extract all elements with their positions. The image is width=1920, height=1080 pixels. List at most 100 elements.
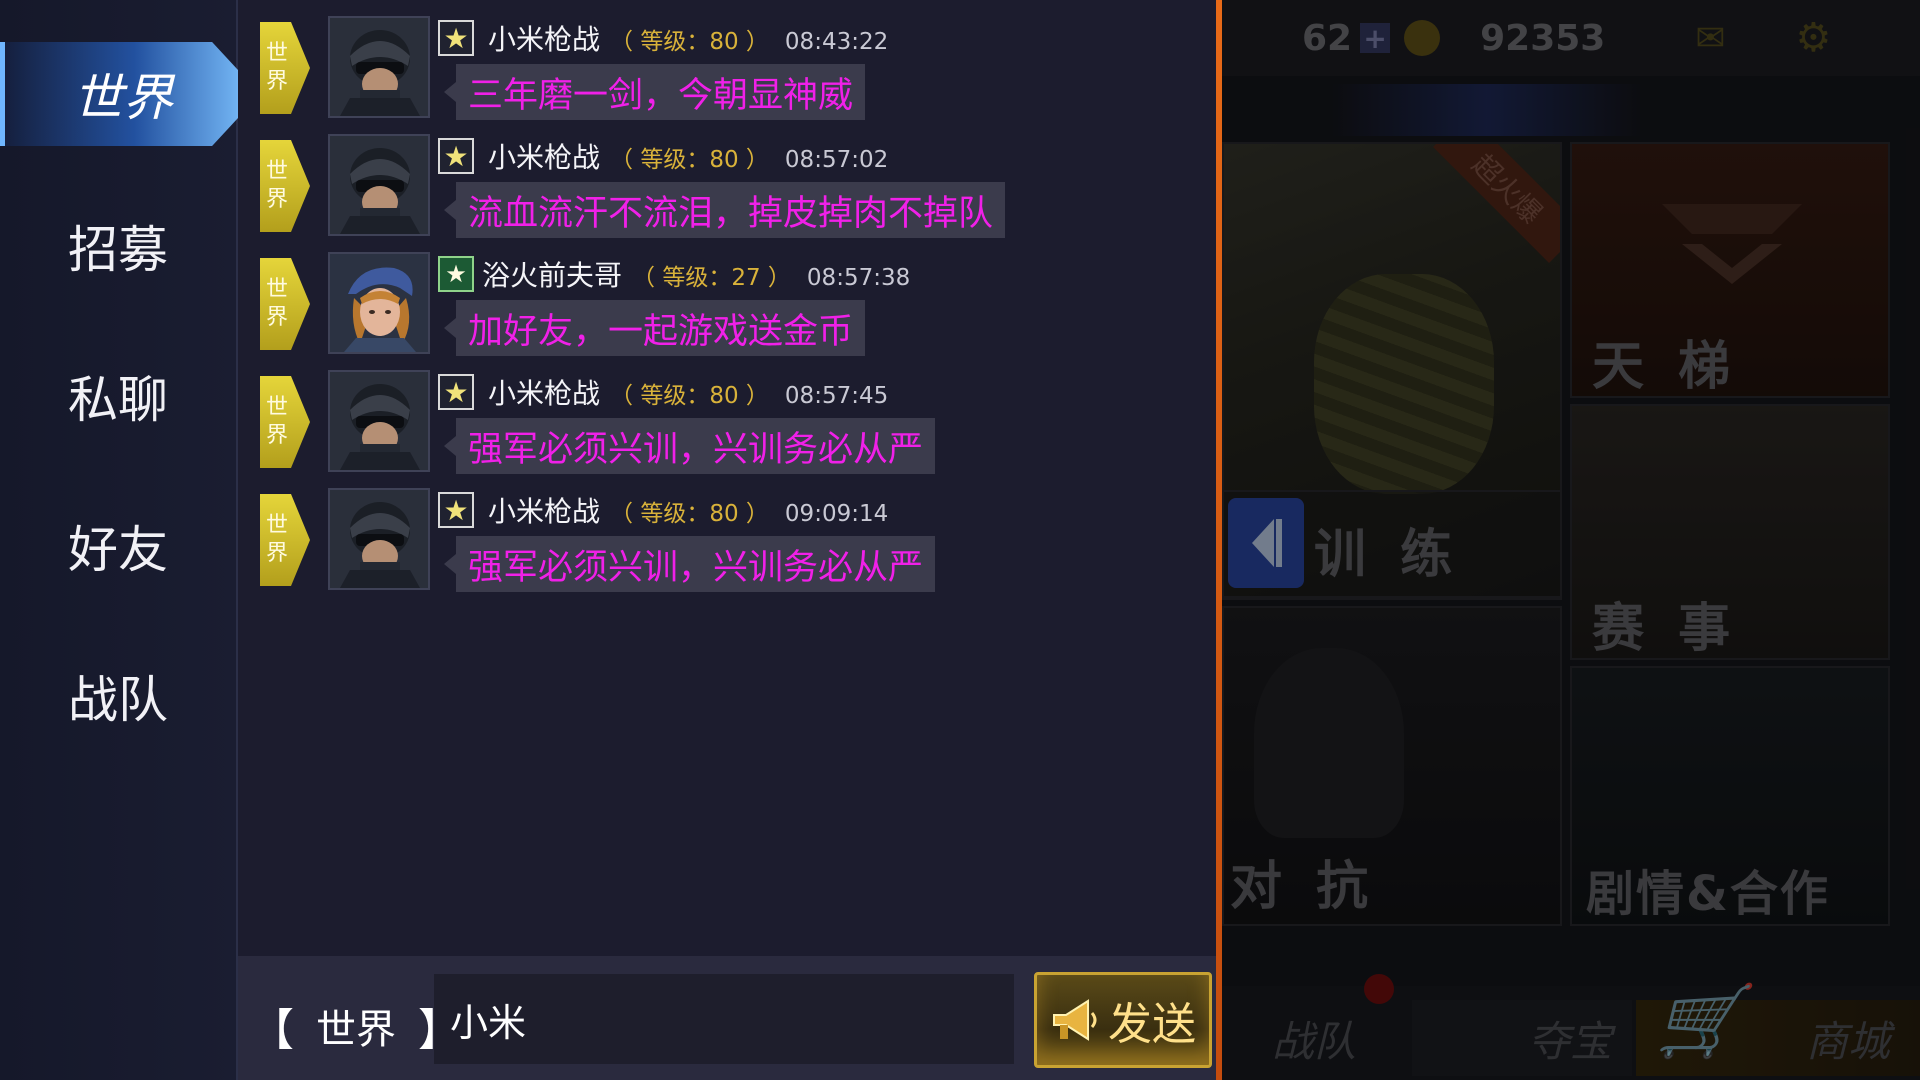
soldier-avatar-icon	[330, 372, 428, 470]
notification-dot	[1364, 974, 1394, 1004]
channel-tag-char: 界	[266, 187, 289, 212]
resource-bar: 62 + 92353 ✉ ⚙	[1222, 0, 1920, 76]
parachute-art	[1314, 274, 1494, 494]
megaphone-icon	[1053, 999, 1097, 1041]
level-prefix: 等级：	[640, 29, 710, 55]
username[interactable]: 小米枪战	[488, 136, 600, 176]
timestamp: 08:57:02	[784, 147, 889, 173]
level-value: 27	[731, 265, 761, 291]
message-bubble: 强军必须兴训，兴训务必从严	[443, 418, 936, 474]
send-button[interactable]: 发送	[1034, 972, 1212, 1068]
soldier-art	[1254, 648, 1404, 838]
ladder-label: 天 梯	[1592, 337, 1739, 397]
channel-tag-char: 世	[266, 395, 289, 420]
channel-tag-char: 界	[266, 541, 289, 566]
username[interactable]: 小米枪战	[488, 490, 600, 530]
tab-friends[interactable]: 好友	[0, 494, 236, 598]
message-input[interactable]	[434, 974, 1014, 1064]
username[interactable]: 小米枪战	[488, 372, 600, 412]
star-rank-icon: ★	[438, 20, 474, 56]
channel-tag-char: 世	[266, 159, 289, 184]
energy-count: 62	[1302, 17, 1353, 59]
message-meta: 小米枪战 （ 等级：80 ） 08:57:45	[488, 372, 888, 412]
mode-tile-story: 剧情&合作	[1570, 666, 1890, 926]
tab-team[interactable]: 战队	[0, 644, 236, 748]
chat-panel[interactable]: 世界 ★ 小米枪战 （ 等级：80 ） 08:43:22 三年磨一剑，今朝显神威…	[238, 0, 1216, 1080]
level-prefix: 等级：	[640, 383, 710, 409]
bracket-left: 【	[250, 1005, 294, 1056]
message-bubble: 流血流汗不流泪，掉皮掉肉不掉队	[443, 182, 1006, 238]
nav-shop-label: 商城	[1805, 1016, 1890, 1066]
message-text: 三年磨一剑，今朝显神威	[468, 75, 854, 116]
channel-tag-char: 界	[266, 69, 289, 94]
nav-treasure-label: 夺宝	[1527, 1016, 1612, 1066]
soldier-avatar-icon	[330, 18, 428, 116]
channel-tag-char: 世	[266, 41, 289, 66]
nav-shop-button[interactable]: 🛒 商城	[1636, 980, 1920, 1076]
tab-recruit-label: 招募	[68, 221, 168, 279]
tab-private-chat[interactable]: 私聊	[0, 344, 236, 448]
tab-world[interactable]: 世界	[0, 42, 241, 146]
timestamp: 08:43:22	[784, 29, 889, 55]
story-label: 剧情&合作	[1586, 866, 1830, 922]
timestamp: 08:57:38	[806, 265, 911, 291]
message-text: 流血流汗不流泪，掉皮掉肉不掉队	[468, 193, 994, 234]
plus-icon[interactable]: +	[1360, 22, 1391, 55]
collapse-arrow-button[interactable]	[1228, 498, 1304, 588]
gear-icon[interactable]: ⚙	[1796, 15, 1832, 61]
versus-label: 对 抗	[1230, 857, 1377, 917]
star-rank-icon: ★	[438, 138, 474, 174]
chat-message: 世界 ★ 小米枪战 （ 等级：80 ） 08:57:02 流血流汗不流泪，掉皮掉…	[238, 132, 1216, 250]
star-rank-icon: ★	[438, 374, 474, 410]
avatar[interactable]	[328, 134, 430, 236]
world-channel-tag: 世界	[260, 376, 310, 468]
channel-tag-char: 世	[266, 277, 289, 302]
avatar[interactable]	[328, 488, 430, 590]
avatar[interactable]	[328, 252, 430, 354]
level-prefix: 等级：	[640, 147, 710, 173]
mode-tile-events: 赛 事	[1570, 404, 1890, 660]
nav-team-button[interactable]: 战队	[1272, 1000, 1356, 1076]
avatar[interactable]	[328, 370, 430, 472]
chat-input-bar: 【 世界 】 发送	[238, 956, 1216, 1080]
message-bubble: 强军必须兴训，兴训务必从严	[443, 536, 936, 592]
user-level: （ 等级：80 ）	[610, 383, 769, 409]
channel-selector-label: 世界	[316, 1007, 396, 1053]
avatar[interactable]	[328, 16, 430, 118]
chat-message: 世界 ★ 小米枪战 （ 等级：80 ） 08:43:22 三年磨一剑，今朝显神威	[238, 14, 1216, 132]
promo-banner	[1332, 84, 1642, 136]
tab-world-label: 世界	[73, 69, 173, 127]
training-label-strip: 训 练	[1222, 490, 1562, 598]
message-meta: 小米枪战 （ 等级：80 ） 08:43:22	[488, 18, 888, 58]
tab-recruit[interactable]: 招募	[0, 194, 236, 298]
level-prefix: 等级：	[640, 501, 710, 527]
mode-tile-ladder: 天 梯	[1570, 142, 1890, 398]
star-rank-icon: ★	[438, 492, 474, 528]
world-channel-tag: 世界	[260, 22, 310, 114]
send-button-label: 发送	[1108, 999, 1196, 1050]
message-bubble: 三年磨一剑，今朝显神威	[443, 64, 866, 120]
channel-selector[interactable]: 【 世界 】	[250, 996, 462, 1056]
channel-tag-char: 世	[266, 513, 289, 538]
rank-emblem-icon	[1662, 204, 1802, 284]
user-level: （ 等级：80 ）	[610, 29, 769, 55]
user-level: （ 等级：27 ）	[632, 265, 791, 291]
timestamp: 09:09:14	[784, 501, 889, 527]
bottom-nav: 战队 夺宝 🛒 商城	[1222, 974, 1920, 1080]
username[interactable]: 小米枪战	[488, 18, 600, 58]
username[interactable]: 浴火前夫哥	[482, 254, 622, 294]
mail-icon[interactable]: ✉	[1695, 18, 1725, 59]
chat-message: 世界 ★ 小米枪战 （ 等级：80 ） 08:57:45 强军必须兴训，兴训务必…	[238, 368, 1216, 486]
world-channel-tag: 世界	[260, 494, 310, 586]
nav-treasure-button[interactable]: 夺宝	[1412, 1000, 1632, 1076]
shopping-cart-icon: 🛒	[1656, 980, 1744, 1062]
coin-count: 92353	[1480, 17, 1606, 59]
lobby-background: 62 + 92353 ✉ ⚙ 超火爆 训 练 天 梯 赛 事 对 抗 剧情&合作…	[1222, 0, 1920, 1080]
world-channel-tag: 世界	[260, 140, 310, 232]
timestamp: 08:57:45	[784, 383, 889, 409]
user-level: （ 等级：80 ）	[610, 147, 769, 173]
message-text: 强军必须兴训，兴训务必从严	[468, 547, 924, 588]
tab-private-chat-label: 私聊	[68, 371, 168, 429]
soldier-avatar-icon	[330, 490, 428, 588]
level-value: 80	[709, 147, 739, 173]
